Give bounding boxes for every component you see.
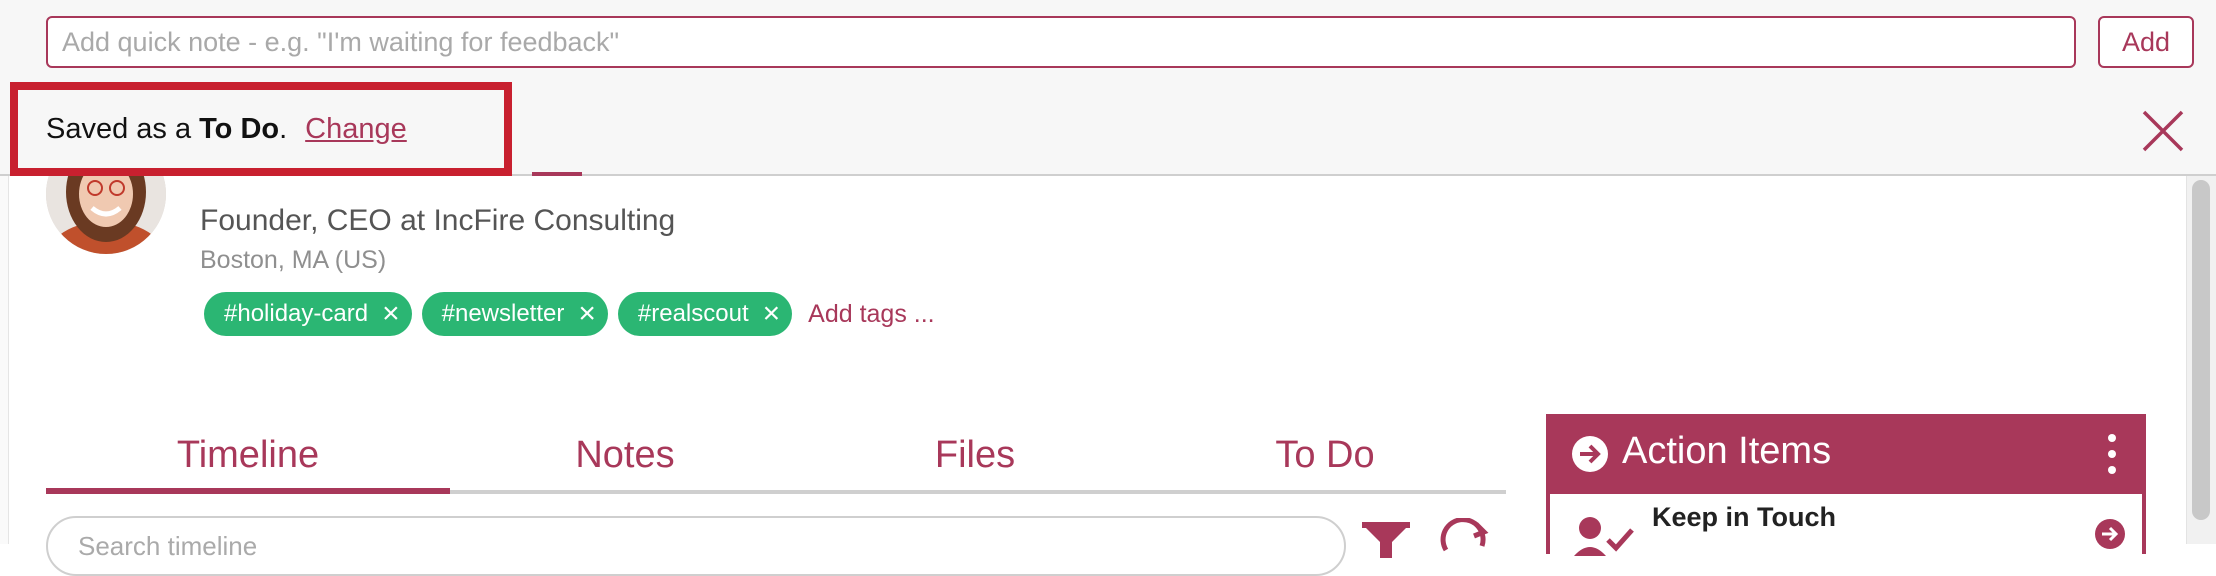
person-check-icon [1574, 517, 1634, 556]
saved-notice-prefix: Saved as a [46, 112, 192, 145]
saved-notice-type: To Do [199, 112, 280, 145]
remove-tag-icon[interactable]: × [578, 299, 596, 329]
timeline-search-input[interactable] [46, 516, 1346, 576]
quick-note-input[interactable] [46, 16, 2076, 68]
more-options-icon[interactable] [2102, 432, 2122, 476]
action-item-title: Keep in Touch [1652, 502, 1837, 532]
tab-notes[interactable]: Notes [450, 420, 800, 490]
action-items-header: Action Items [1546, 414, 2146, 494]
arrow-right-circle-icon[interactable] [2094, 518, 2126, 550]
tag-holiday-card: #holiday-card × [204, 292, 412, 336]
add-note-button[interactable]: Add [2098, 16, 2194, 68]
contact-location: Boston, MA (US) [200, 246, 387, 274]
tab-todo[interactable]: To Do [1150, 420, 1500, 490]
change-type-link[interactable]: Change [305, 113, 407, 146]
add-tags-link[interactable]: Add tags ... [808, 300, 934, 329]
saved-notice-period: . [279, 112, 288, 145]
action-items-panel: Action Items Keep in Touch [1546, 414, 2146, 574]
refresh-icon[interactable] [1438, 518, 1490, 562]
close-icon[interactable] [2140, 108, 2186, 154]
contact-job-title: Founder, CEO at IncFire Consulting [200, 204, 676, 237]
tag-label: #newsletter [441, 300, 565, 327]
tab-files[interactable]: Files [800, 420, 1150, 490]
left-edge [0, 174, 9, 544]
tag-realscout: #realscout × [617, 292, 793, 336]
filter-icon[interactable] [1360, 520, 1412, 560]
tag-list: #holiday-card × #newsletter × #realscout… [204, 292, 935, 336]
contact-page: Founder, CEO at IncFire Consulting Bosto… [0, 0, 2216, 576]
contact-tabs: Timeline Notes Files To Do [46, 420, 1506, 494]
tab-timeline[interactable]: Timeline [46, 420, 450, 494]
tag-label: #realscout [637, 300, 749, 327]
scrollbar-thumb[interactable] [2192, 180, 2210, 520]
action-items-title: Action Items [1622, 430, 1832, 472]
quick-note-bar: Add Saved as a To Do . Change [0, 0, 2216, 176]
arrow-circle-icon [1572, 436, 1608, 472]
tag-newsletter: #newsletter × [421, 292, 608, 336]
contact-name-link-underline [532, 172, 582, 176]
remove-tag-icon[interactable]: × [763, 299, 781, 329]
saved-notice: Saved as a To Do . Change [10, 82, 512, 176]
tag-label: #holiday-card [224, 300, 369, 327]
remove-tag-icon[interactable]: × [382, 299, 400, 329]
action-item[interactable]: Keep in Touch [1550, 494, 2142, 574]
